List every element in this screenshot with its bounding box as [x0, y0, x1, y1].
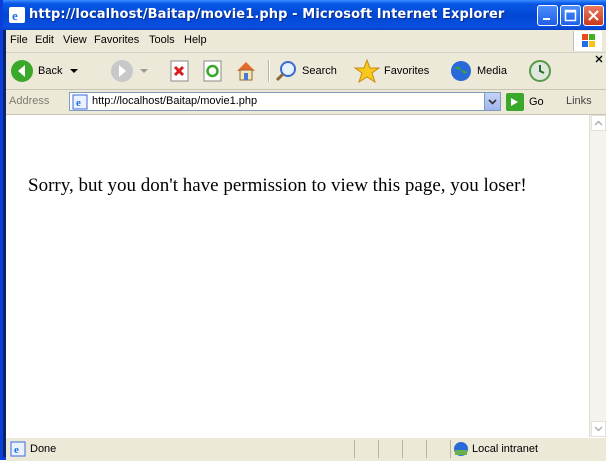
browser-window: e http://localhost/Baitap/movie1.php - M…	[0, 0, 606, 461]
refresh-icon	[203, 60, 222, 82]
scroll-up-button[interactable]	[591, 115, 606, 131]
local-intranet-icon	[454, 442, 468, 456]
back-dropdown-icon[interactable]	[68, 66, 80, 76]
svg-text:e: e	[12, 8, 18, 23]
menu-help[interactable]: Help	[184, 34, 207, 46]
media-button[interactable]: Media	[449, 58, 507, 84]
menu-bar: File Edit View Favorites Tools Help	[6, 30, 606, 53]
toolbar-separator	[268, 60, 270, 82]
status-divider	[402, 440, 403, 458]
search-label: Search	[302, 65, 337, 77]
search-button[interactable]: Search	[274, 58, 337, 84]
menu-favorites[interactable]: Favorites	[94, 34, 139, 46]
menu-view[interactable]: View	[63, 34, 87, 46]
status-bar: e Done Local intranet	[6, 437, 606, 461]
ie-logo-icon: e	[9, 7, 25, 23]
maximize-icon	[564, 9, 577, 22]
vertical-scrollbar[interactable]	[589, 115, 606, 437]
address-dropdown-button[interactable]	[484, 93, 500, 110]
security-zone: Local intranet	[472, 443, 539, 455]
address-input[interactable]: e http://localhost/Baitap/movie1.php	[69, 92, 501, 111]
menu-file[interactable]: File	[10, 34, 28, 46]
forward-dropdown-icon[interactable]	[138, 66, 150, 76]
page-content: Sorry, but you don't have permission to …	[6, 115, 589, 437]
favorites-star-icon	[354, 58, 380, 84]
address-label: Address	[9, 95, 50, 107]
page-done-icon: e	[10, 441, 26, 457]
chevron-up-icon	[594, 120, 603, 126]
standard-toolbar: Back Search Favorites Media	[6, 53, 606, 90]
favorites-label: Favorites	[384, 65, 430, 77]
history-button[interactable]	[528, 58, 552, 84]
back-label: Back	[38, 65, 63, 77]
maximize-button[interactable]	[560, 5, 581, 26]
minimize-button[interactable]	[537, 5, 558, 26]
links-toolbar[interactable]: Links	[566, 95, 592, 107]
title-bar[interactable]: e http://localhost/Baitap/movie1.php - M…	[3, 0, 606, 30]
forward-button[interactable]	[110, 58, 150, 84]
home-icon	[237, 62, 255, 81]
menu-edit[interactable]: Edit	[35, 34, 54, 46]
minimize-icon	[543, 18, 550, 20]
search-icon	[275, 61, 296, 82]
go-arrow-icon	[506, 93, 524, 111]
address-bar: Address e http://localhost/Baitap/movie1…	[6, 90, 606, 115]
forward-arrow-icon	[111, 60, 133, 82]
status-divider	[450, 440, 451, 458]
stop-icon	[170, 60, 189, 82]
refresh-button[interactable]	[202, 58, 224, 84]
svg-text:e: e	[14, 444, 19, 456]
media-label: Media	[477, 65, 507, 77]
go-button[interactable]: Go	[506, 92, 544, 112]
media-globe-icon	[451, 61, 471, 81]
status-divider	[426, 440, 427, 458]
status-divider	[378, 440, 379, 458]
windows-flag-logo	[573, 31, 602, 51]
back-arrow-icon	[11, 60, 33, 82]
address-url: http://localhost/Baitap/movie1.php	[92, 95, 258, 107]
close-icon	[588, 10, 599, 21]
permission-message: Sorry, but you don't have permission to …	[28, 175, 527, 196]
window-title: http://localhost/Baitap/movie1.php - Mic…	[29, 7, 505, 22]
chevron-down-icon	[594, 426, 603, 432]
status-divider	[354, 440, 355, 458]
svg-text:e: e	[76, 97, 81, 109]
toolbar-close-icon[interactable]	[595, 55, 603, 63]
page-icon: e	[72, 94, 88, 110]
chevron-down-icon	[488, 99, 497, 105]
history-icon	[529, 60, 551, 82]
menu-tools[interactable]: Tools	[149, 34, 175, 46]
home-button[interactable]	[234, 58, 258, 84]
favorites-button[interactable]: Favorites	[354, 58, 429, 84]
go-label: Go	[529, 96, 544, 108]
stop-button[interactable]	[169, 58, 191, 84]
windows-flag-icon	[582, 34, 595, 47]
close-button[interactable]	[583, 5, 604, 26]
back-button[interactable]: Back	[10, 58, 80, 84]
scroll-down-button[interactable]	[591, 421, 606, 437]
status-text: Done	[30, 443, 57, 455]
